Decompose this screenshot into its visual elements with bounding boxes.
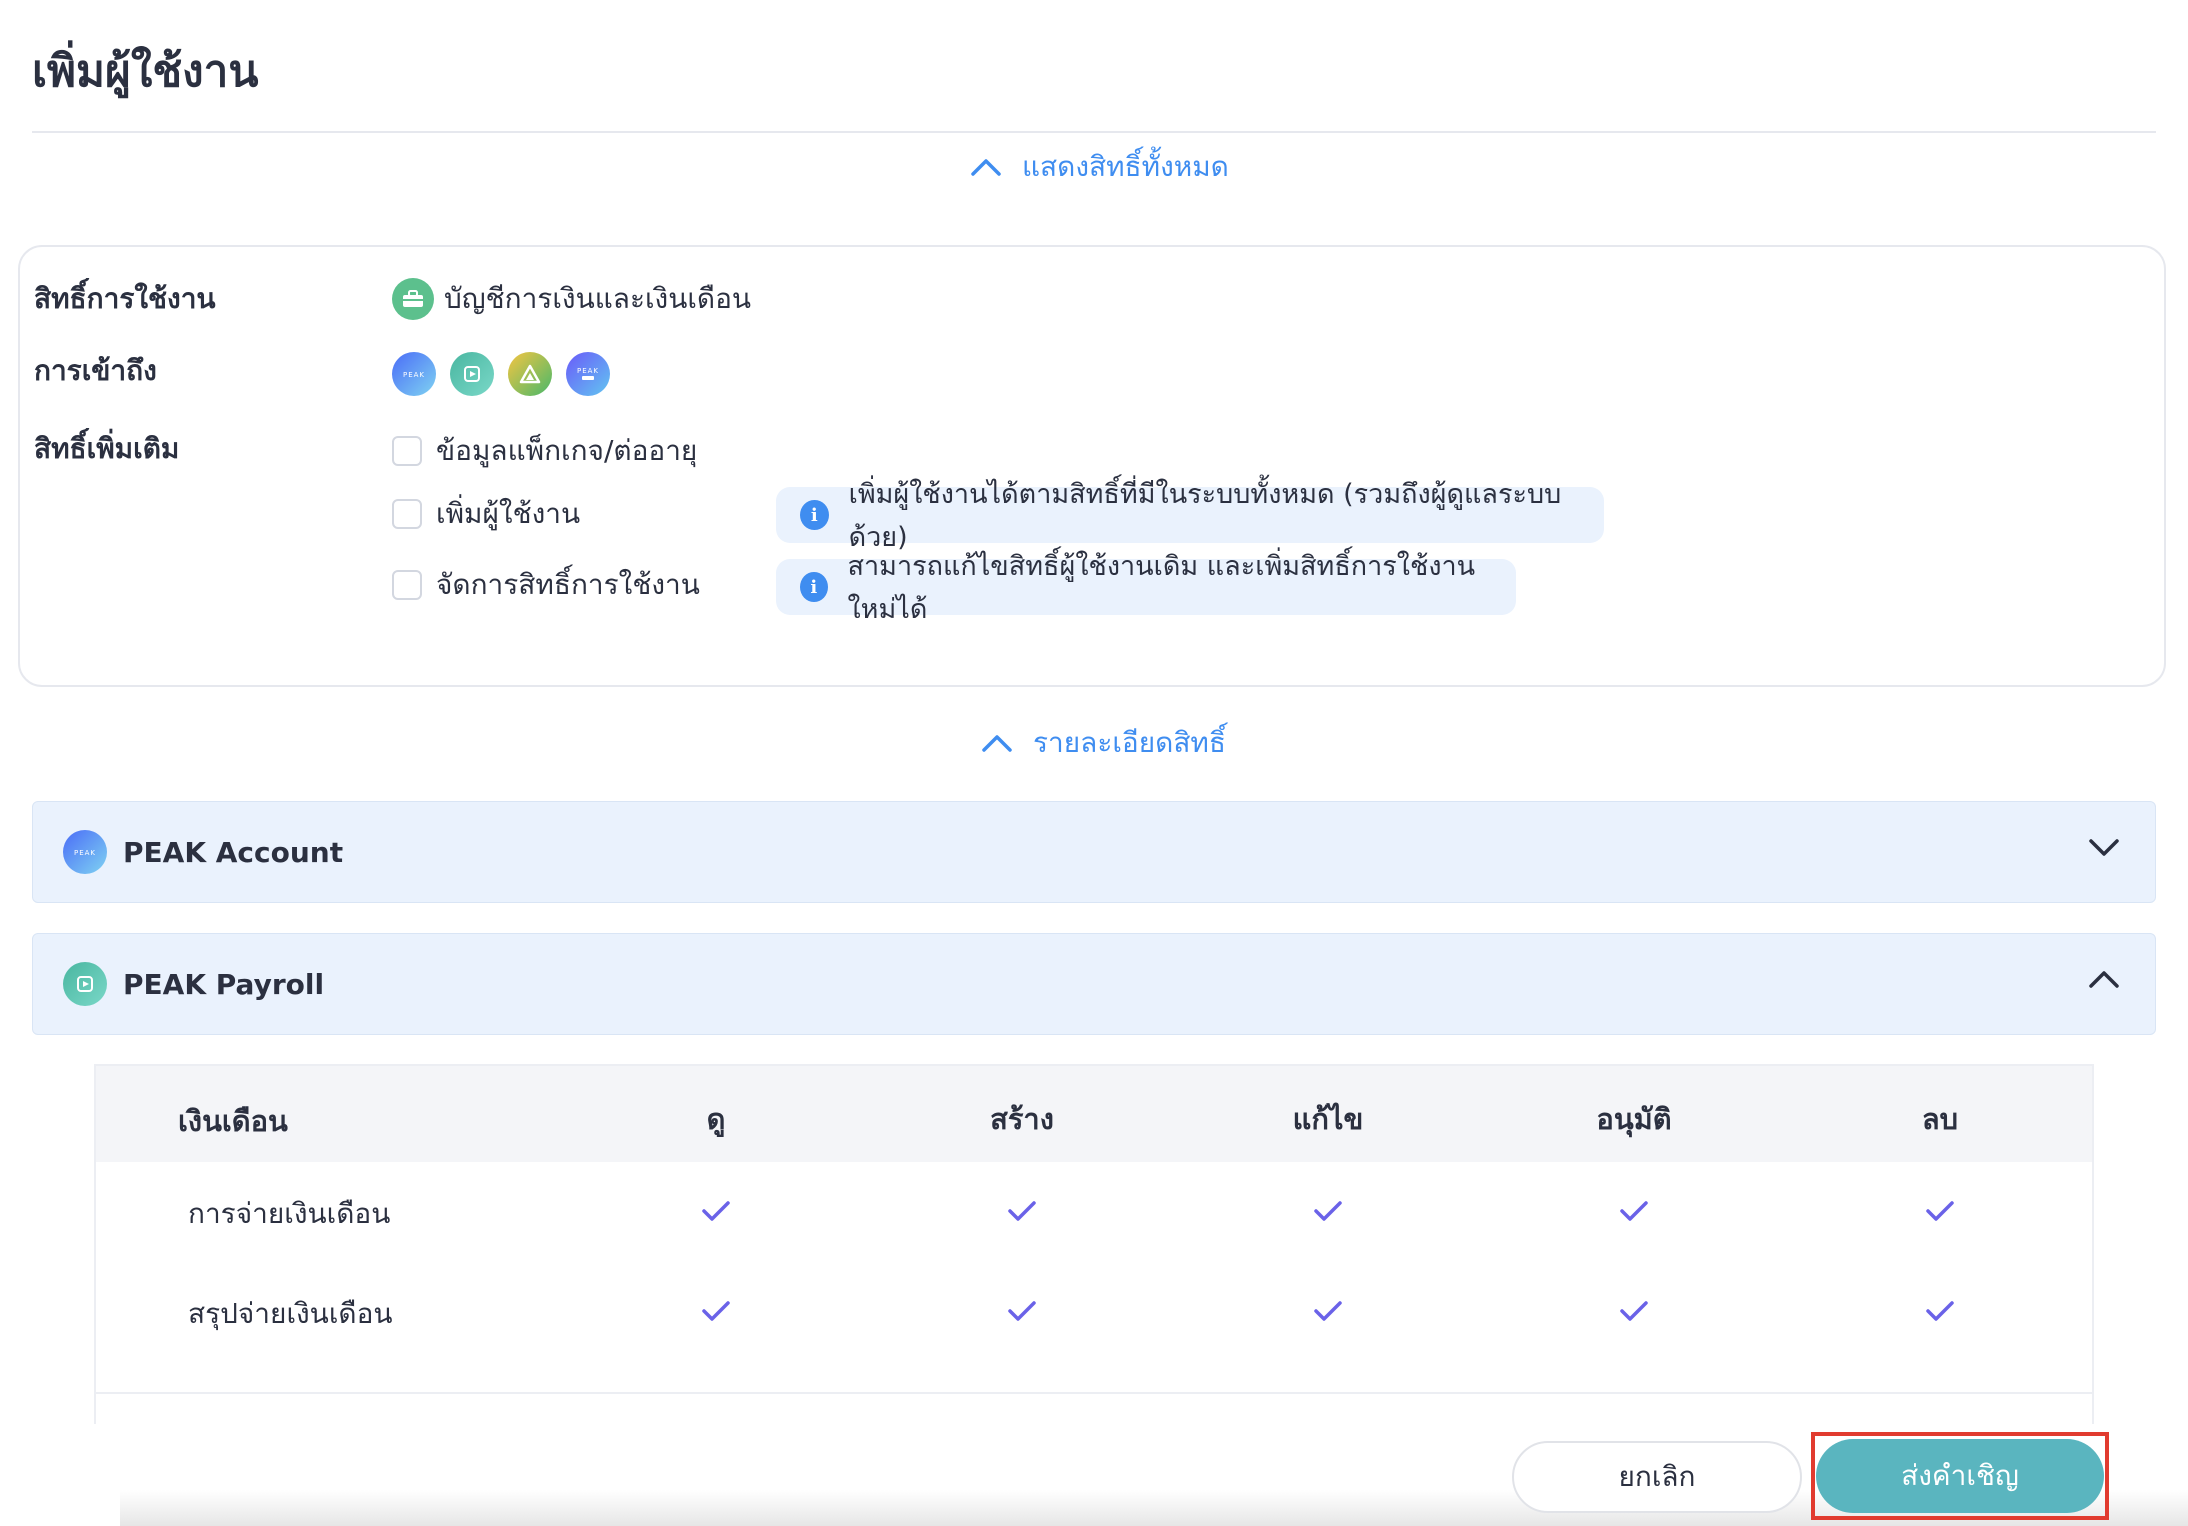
- peak-plus-icon: PEAK: [566, 352, 610, 396]
- column-header: เงินเดือน: [178, 1104, 288, 1138]
- info-icon: i: [800, 500, 829, 530]
- checkbox[interactable]: [392, 570, 422, 600]
- chevron-up-icon: [981, 733, 1013, 753]
- check-icon: [1925, 1200, 1955, 1226]
- accordion-peak-payroll[interactable]: PEAK Payroll: [32, 933, 2156, 1035]
- usage-permission-text: บัญชีการเงินและเงินเดือน: [444, 282, 752, 315]
- access-label: การเข้าถึง: [34, 354, 157, 387]
- info-text: สามารถแก้ไขสิทธิ์ผู้ใช้งานเดิม และเพิ่มส…: [847, 551, 1476, 625]
- peak-account-logo: PEAK: [63, 830, 107, 874]
- briefcase-icon: [392, 278, 434, 320]
- option-manage-permissions[interactable]: จัดการสิทธิ์การใช้งาน: [392, 563, 700, 607]
- table-row: สรุปจ่ายเงินเดือน: [96, 1262, 2092, 1362]
- usage-permission-label: สิทธิ์การใช้งาน: [34, 282, 216, 315]
- page-title: เพิ่มผู้ใช้งาน: [32, 46, 259, 97]
- row-name: การจ่ายเงินเดือน: [188, 1197, 391, 1230]
- check-icon: [1007, 1200, 1037, 1226]
- send-invite-button[interactable]: ส่งคำเชิญ: [1816, 1439, 2104, 1513]
- info-icon: i: [800, 572, 828, 602]
- check-icon: [1313, 1200, 1343, 1226]
- column-header: สร้าง: [990, 1102, 1054, 1136]
- peak-asset-icon: [508, 352, 552, 396]
- option-label: ข้อมูลแพ็กเกจ/ต่ออายุ: [436, 434, 698, 467]
- check-icon: [1925, 1300, 1955, 1326]
- peak-payroll-logo: [63, 962, 107, 1006]
- svg-text:PEAK: PEAK: [577, 367, 599, 375]
- column-header: แก้ไข: [1292, 1102, 1364, 1136]
- accordion-title: PEAK Payroll: [123, 967, 325, 1001]
- option-label: เพิ่มผู้ใช้งาน: [436, 497, 581, 530]
- option-add-user[interactable]: เพิ่มผู้ใช้งาน: [392, 492, 580, 536]
- check-icon: [1007, 1300, 1037, 1326]
- add-user-info-note: i เพิ่มผู้ใช้งานได้ตามสิทธิ์ที่มีในระบบท…: [776, 479, 1604, 553]
- check-icon: [1619, 1200, 1649, 1226]
- peak-payroll-icon: [450, 352, 494, 396]
- table-header: เงินเดือน ดู สร้าง แก้ไข อนุมัติ ลบ: [96, 1066, 2092, 1162]
- permission-details-label: รายละเอียดสิทธิ์: [1033, 726, 1226, 759]
- chevron-up-icon[interactable]: [2087, 968, 2121, 994]
- check-icon: [1313, 1300, 1343, 1326]
- checkbox[interactable]: [392, 436, 422, 466]
- peak-account-icon: PEAK: [392, 352, 436, 396]
- table-divider: [96, 1392, 2092, 1394]
- usage-permission-value: บัญชีการเงินและเงินเดือน: [392, 277, 751, 321]
- check-icon: [701, 1200, 731, 1226]
- show-all-permissions-label: แสดงสิทธิ์ทั้งหมด: [1022, 150, 1229, 183]
- row-name: สรุปจ่ายเงินเดือน: [188, 1297, 393, 1330]
- option-package-renewal[interactable]: ข้อมูลแพ็กเกจ/ต่ออายุ: [392, 429, 697, 473]
- chevron-down-icon[interactable]: [2087, 836, 2121, 862]
- column-header: ลบ: [1921, 1102, 1959, 1136]
- accordion-peak-account[interactable]: PEAK PEAK Account: [32, 801, 2156, 903]
- divider: [32, 131, 2156, 133]
- show-all-permissions-toggle[interactable]: แสดงสิทธิ์ทั้งหมด: [970, 145, 1229, 189]
- column-header: อนุมัติ: [1596, 1102, 1672, 1136]
- extra-permissions-label: สิทธิ์เพิ่มเติม: [34, 432, 180, 465]
- checkbox[interactable]: [392, 499, 422, 529]
- table-row: การจ่ายเงินเดือน: [96, 1162, 2092, 1262]
- payroll-permissions-table: เงินเดือน ดู สร้าง แก้ไข อนุมัติ ลบ การจ…: [94, 1064, 2094, 1424]
- chevron-up-icon: [970, 157, 1002, 177]
- manage-permissions-info-note: i สามารถแก้ไขสิทธิ์ผู้ใช้งานเดิม และเพิ่…: [776, 551, 1516, 625]
- check-icon: [701, 1300, 731, 1326]
- accordion-title: PEAK Account: [123, 835, 344, 869]
- permission-details-toggle[interactable]: รายละเอียดสิทธิ์: [981, 721, 1226, 765]
- cancel-button[interactable]: ยกเลิก: [1512, 1441, 1802, 1513]
- option-label: จัดการสิทธิ์การใช้งาน: [436, 568, 700, 601]
- column-header: ดู: [706, 1102, 726, 1136]
- svg-text:PEAK: PEAK: [403, 371, 425, 379]
- access-apps: PEAK PEAK: [392, 352, 610, 396]
- svg-text:PEAK: PEAK: [74, 849, 96, 857]
- check-icon: [1619, 1300, 1649, 1326]
- permissions-card: สิทธิ์การใช้งาน บัญชีการเงินและเงินเดือน…: [18, 245, 2166, 687]
